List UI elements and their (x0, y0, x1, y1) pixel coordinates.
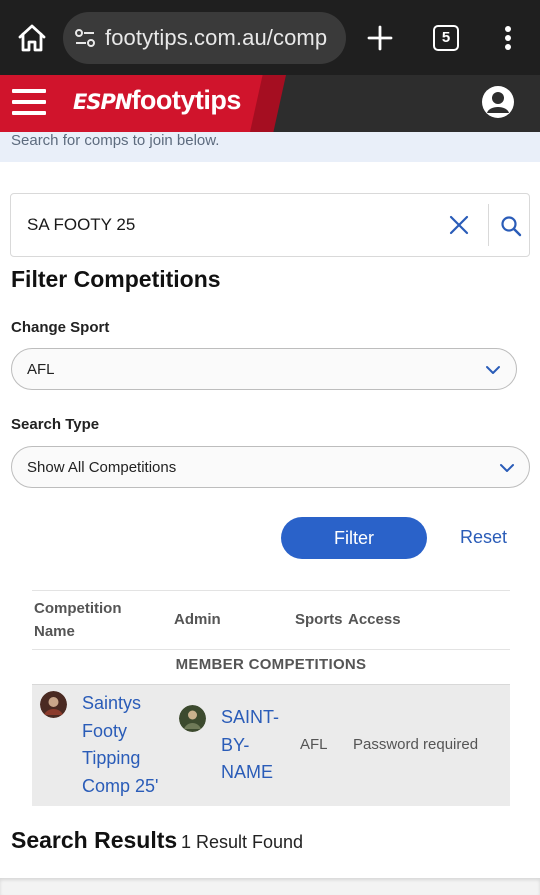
site-header: ESPNfootytips (0, 75, 540, 132)
column-header-access[interactable]: Access (348, 608, 401, 631)
search-divider (488, 204, 489, 246)
access-cell: Password required (353, 736, 479, 753)
search-type-label: Search Type (11, 416, 100, 433)
competition-avatar (40, 691, 67, 718)
more-vert-icon[interactable] (496, 22, 520, 54)
sport-select[interactable]: AFL (11, 348, 517, 390)
filter-heading: Filter Competitions (11, 266, 221, 292)
hamburger-menu-icon[interactable] (12, 89, 46, 117)
column-header-admin[interactable]: Admin (174, 608, 221, 631)
close-icon[interactable] (448, 214, 470, 236)
column-header-competition-name[interactable]: Competition Name (34, 597, 122, 643)
browser-toolbar: footytips.com.au/comp 5 (0, 0, 540, 75)
table-row[interactable]: Saintys Footy Tipping Comp 25' SAINT- BY… (32, 684, 510, 806)
table-divider (32, 590, 510, 591)
site-settings-icon[interactable] (73, 26, 97, 50)
search-type-value: Show All Competitions (27, 459, 177, 476)
search-value[interactable]: SA FOOTY 25 (27, 215, 135, 235)
search-type-select[interactable]: Show All Competitions (11, 446, 530, 488)
table-divider (32, 649, 510, 650)
competition-search-input[interactable]: SA FOOTY 25 (10, 193, 530, 257)
reset-button[interactable]: Reset (460, 527, 507, 548)
sport-cell: AFL (300, 736, 328, 753)
filter-button[interactable]: Filter (281, 517, 427, 559)
admin-avatar (179, 705, 206, 732)
results-count: 1 Result Found (181, 832, 304, 852)
tab-switcher-button[interactable]: 5 (433, 25, 459, 51)
sport-label: Change Sport (11, 319, 110, 336)
page-bottom-edge (0, 878, 540, 895)
competition-link[interactable]: Saintys Footy Tipping Comp 25' (82, 690, 182, 800)
search-icon[interactable] (500, 215, 522, 237)
home-icon[interactable] (16, 22, 48, 54)
admin-link[interactable]: SAINT- BY- NAME (221, 704, 291, 787)
chevron-down-icon (500, 464, 514, 472)
chevron-down-icon (486, 366, 500, 374)
new-tab-icon[interactable] (364, 22, 396, 54)
espn-footytips-logo[interactable]: ESPNfootytips (73, 85, 241, 116)
info-banner: Search for comps to join below. (0, 132, 540, 162)
sport-select-value: AFL (27, 361, 55, 378)
address-bar[interactable]: footytips.com.au/comp (63, 12, 346, 64)
url-text: footytips.com.au/comp (105, 25, 328, 50)
search-results-heading: Search Results (11, 827, 178, 853)
column-header-sports[interactable]: Sports (295, 608, 343, 631)
banner-text: Search for comps to join below. (11, 132, 220, 149)
account-icon[interactable] (481, 85, 515, 119)
group-label: MEMBER COMPETITIONS (175, 656, 367, 673)
